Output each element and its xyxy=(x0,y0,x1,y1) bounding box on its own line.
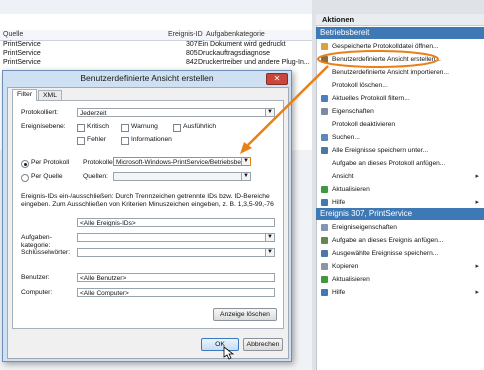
highlight-ring xyxy=(317,50,439,68)
mouse-cursor-icon xyxy=(223,346,235,360)
arrow-line xyxy=(247,65,329,146)
tab-filter[interactable]: Filter xyxy=(12,89,38,101)
annotation-arrow xyxy=(223,50,439,360)
